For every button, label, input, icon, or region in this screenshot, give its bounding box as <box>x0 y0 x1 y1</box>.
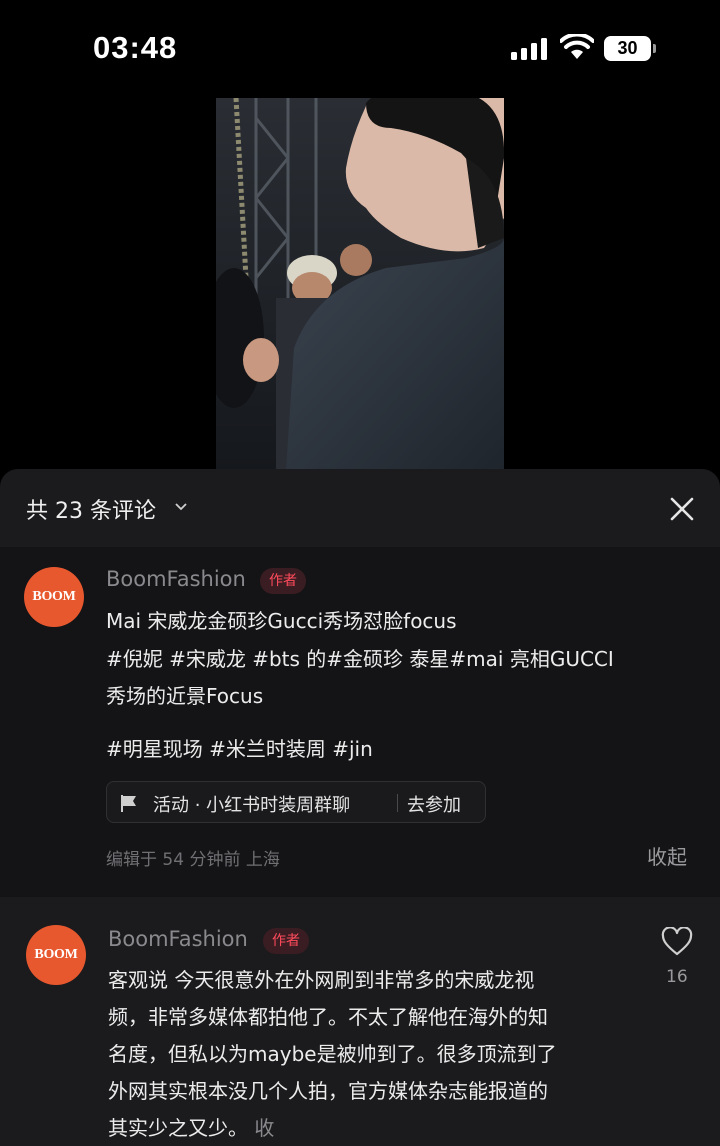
avatar[interactable]: BOOM <box>26 925 86 985</box>
expand-toggle[interactable]: 收 <box>254 1116 274 1140</box>
wifi-icon <box>560 34 594 59</box>
comment-text-end: 其实少之又少。 <box>108 1116 248 1140</box>
post-text-line: Mai 宋威龙金硕珍Gucci秀场怼脸focus <box>106 609 457 633</box>
chevron-down-icon[interactable] <box>174 502 188 512</box>
heart-icon[interactable] <box>661 927 693 957</box>
activity-chip[interactable]: 活动 · 小红书时装周群聊 去参加 <box>106 781 486 823</box>
comment-item: BOOM BoomFashion 作者 客观说 今天很意外在外网刷到非常多的宋威… <box>0 899 720 1146</box>
comment-text-line: 外网其实根本没几个人拍，官方媒体杂志能报道的 <box>108 1079 548 1103</box>
post-hashtags-line[interactable]: #明星现场 #米兰时装周 #jin <box>106 733 373 762</box>
comment-sheet: 共 23 条评论 BOOM BoomFashion 作者 Mai 宋威龙金硕珍G… <box>0 469 720 1146</box>
comment-text-line: 名度，但私以为maybe是被帅到了。很多顶流到了 <box>108 1042 557 1066</box>
post-meta: 编辑于 54 分钟前 上海 <box>106 850 280 870</box>
post-text-line: 秀场的近景Focus <box>106 684 264 708</box>
join-activity-button[interactable]: 去参加 <box>407 791 461 817</box>
video-frame-image <box>216 98 504 470</box>
close-icon[interactable] <box>664 491 700 527</box>
battery-level: 30 <box>604 36 651 61</box>
activity-label: 活动 · 小红书时装周群聊 <box>153 795 351 816</box>
post-hashtags-line[interactable]: #倪妮 #宋威龙 #bts 的#金硕珍 泰星#mai 亮相GUCCI <box>106 643 614 672</box>
author-name[interactable]: BoomFashion <box>106 567 246 591</box>
battery-icon: 30 <box>604 36 656 61</box>
comment-text-line: 其实少之又少。 收 <box>108 1112 274 1141</box>
video-player[interactable] <box>216 98 504 470</box>
author-badge: 作者 <box>263 928 309 954</box>
signal-icon <box>511 38 547 60</box>
avatar[interactable]: BOOM <box>24 567 84 627</box>
like-count: 16 <box>666 967 688 987</box>
comment-count[interactable]: 共 23 条评论 <box>26 493 156 525</box>
comment-text-line: 频，非常多媒体都拍他了。不太了解他在海外的知 <box>108 1005 548 1029</box>
comment-text-line: 客观说 今天很意外在外网刷到非常多的宋威龙视 <box>108 968 535 992</box>
status-time: 03:48 <box>93 30 178 65</box>
comment-author[interactable]: BoomFashion <box>108 927 248 951</box>
divider <box>397 794 398 812</box>
author-badge: 作者 <box>260 568 306 594</box>
flag-icon <box>121 795 136 812</box>
sheet-header: 共 23 条评论 <box>0 469 720 547</box>
status-bar: 03:48 30 <box>0 0 720 96</box>
collapse-button[interactable]: 收起 <box>647 841 687 870</box>
author-post: BOOM BoomFashion 作者 Mai 宋威龙金硕珍Gucci秀场怼脸f… <box>0 547 720 897</box>
